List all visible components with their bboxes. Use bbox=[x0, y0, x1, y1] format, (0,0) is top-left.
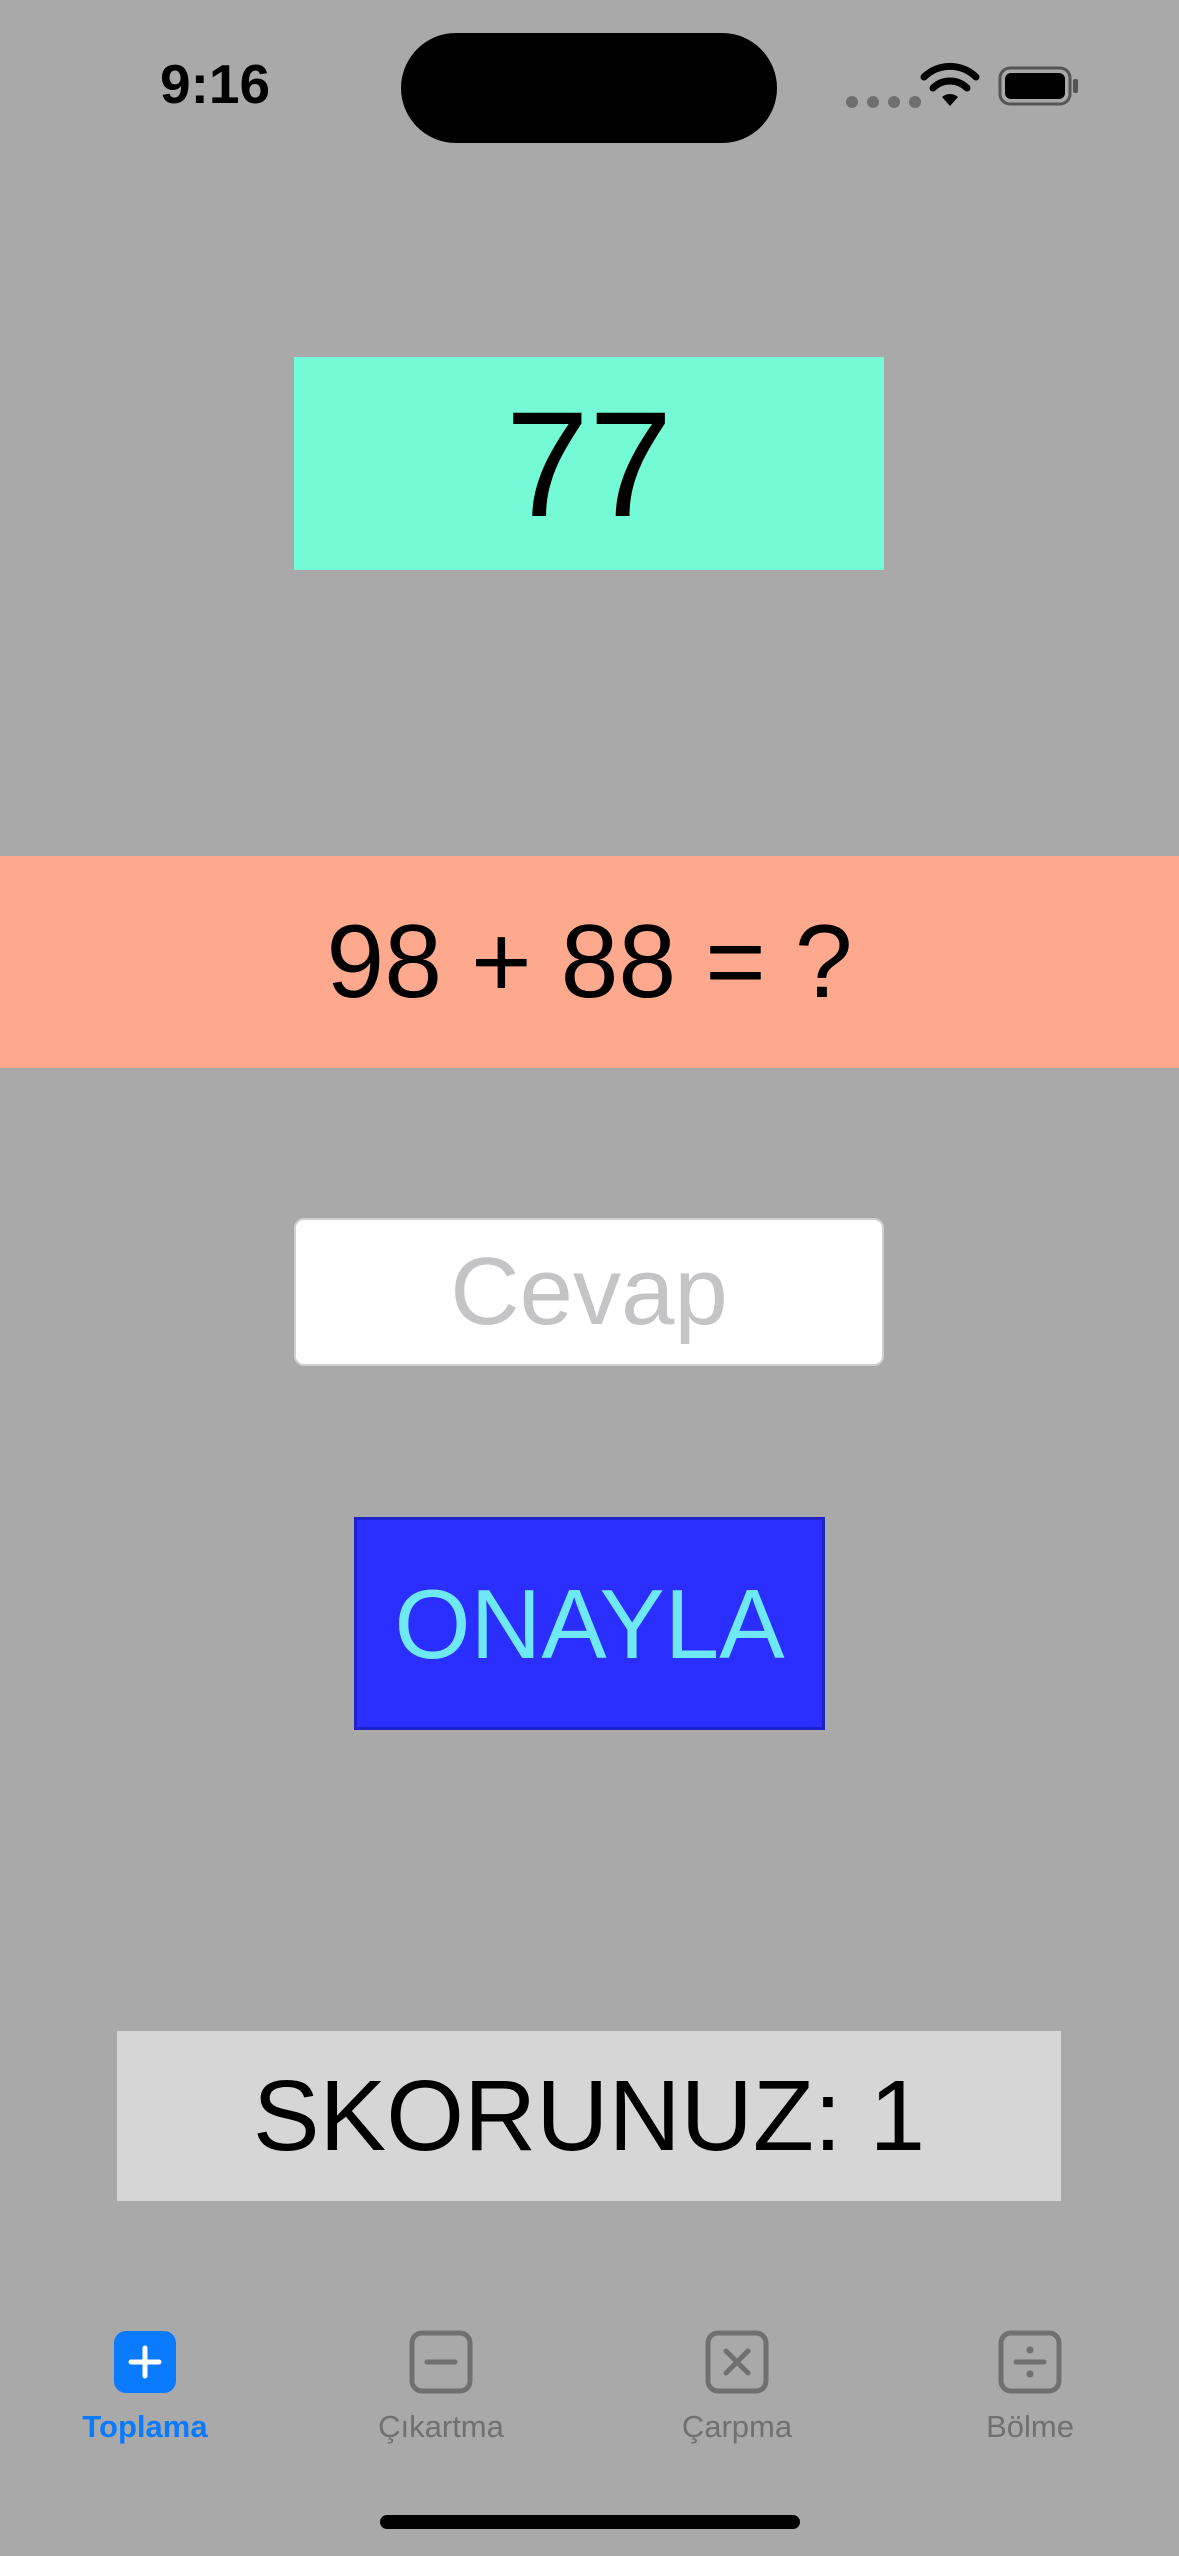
question-banner: 98 + 88 = ? bbox=[0, 856, 1179, 1068]
confirm-button[interactable]: ONAYLA bbox=[354, 1517, 825, 1730]
timer-display: 77 bbox=[294, 357, 884, 570]
timer-value: 77 bbox=[505, 379, 673, 548]
answer-input[interactable] bbox=[294, 1218, 884, 1366]
tab-bolme[interactable]: Bölme bbox=[910, 2320, 1150, 2470]
score-text: SKORUNUZ: 1 bbox=[252, 2060, 926, 2172]
battery-icon bbox=[998, 66, 1078, 106]
tab-label-cikartma: Çıkartma bbox=[378, 2409, 504, 2444]
tab-carpma[interactable]: Çarpma bbox=[617, 2320, 857, 2470]
tab-bar: Toplama Çıkartma Çarpma Bölme bbox=[0, 2320, 1179, 2470]
score-display: SKORUNUZ: 1 bbox=[117, 2031, 1061, 2201]
confirm-button-label: ONAYLA bbox=[394, 1568, 785, 1679]
status-time: 9:16 bbox=[160, 53, 271, 115]
multiply-square-icon bbox=[705, 2330, 769, 2394]
minus-square-icon bbox=[409, 2330, 473, 2394]
home-indicator[interactable] bbox=[380, 2515, 800, 2529]
plus-square-icon bbox=[114, 2331, 176, 2393]
tab-label-carpma: Çarpma bbox=[681, 2409, 793, 2444]
divide-square-icon bbox=[998, 2330, 1062, 2394]
tab-label-bolme: Bölme bbox=[986, 2409, 1074, 2444]
cellular-signal-icon bbox=[846, 96, 921, 108]
wifi-icon bbox=[920, 62, 980, 106]
tab-cikartma[interactable]: Çıkartma bbox=[321, 2320, 561, 2470]
dynamic-island bbox=[401, 33, 777, 143]
question-text: 98 + 88 = ? bbox=[326, 904, 853, 1020]
tab-label-toplama: Toplama bbox=[82, 2409, 208, 2444]
tab-toplama[interactable]: Toplama bbox=[25, 2320, 265, 2470]
